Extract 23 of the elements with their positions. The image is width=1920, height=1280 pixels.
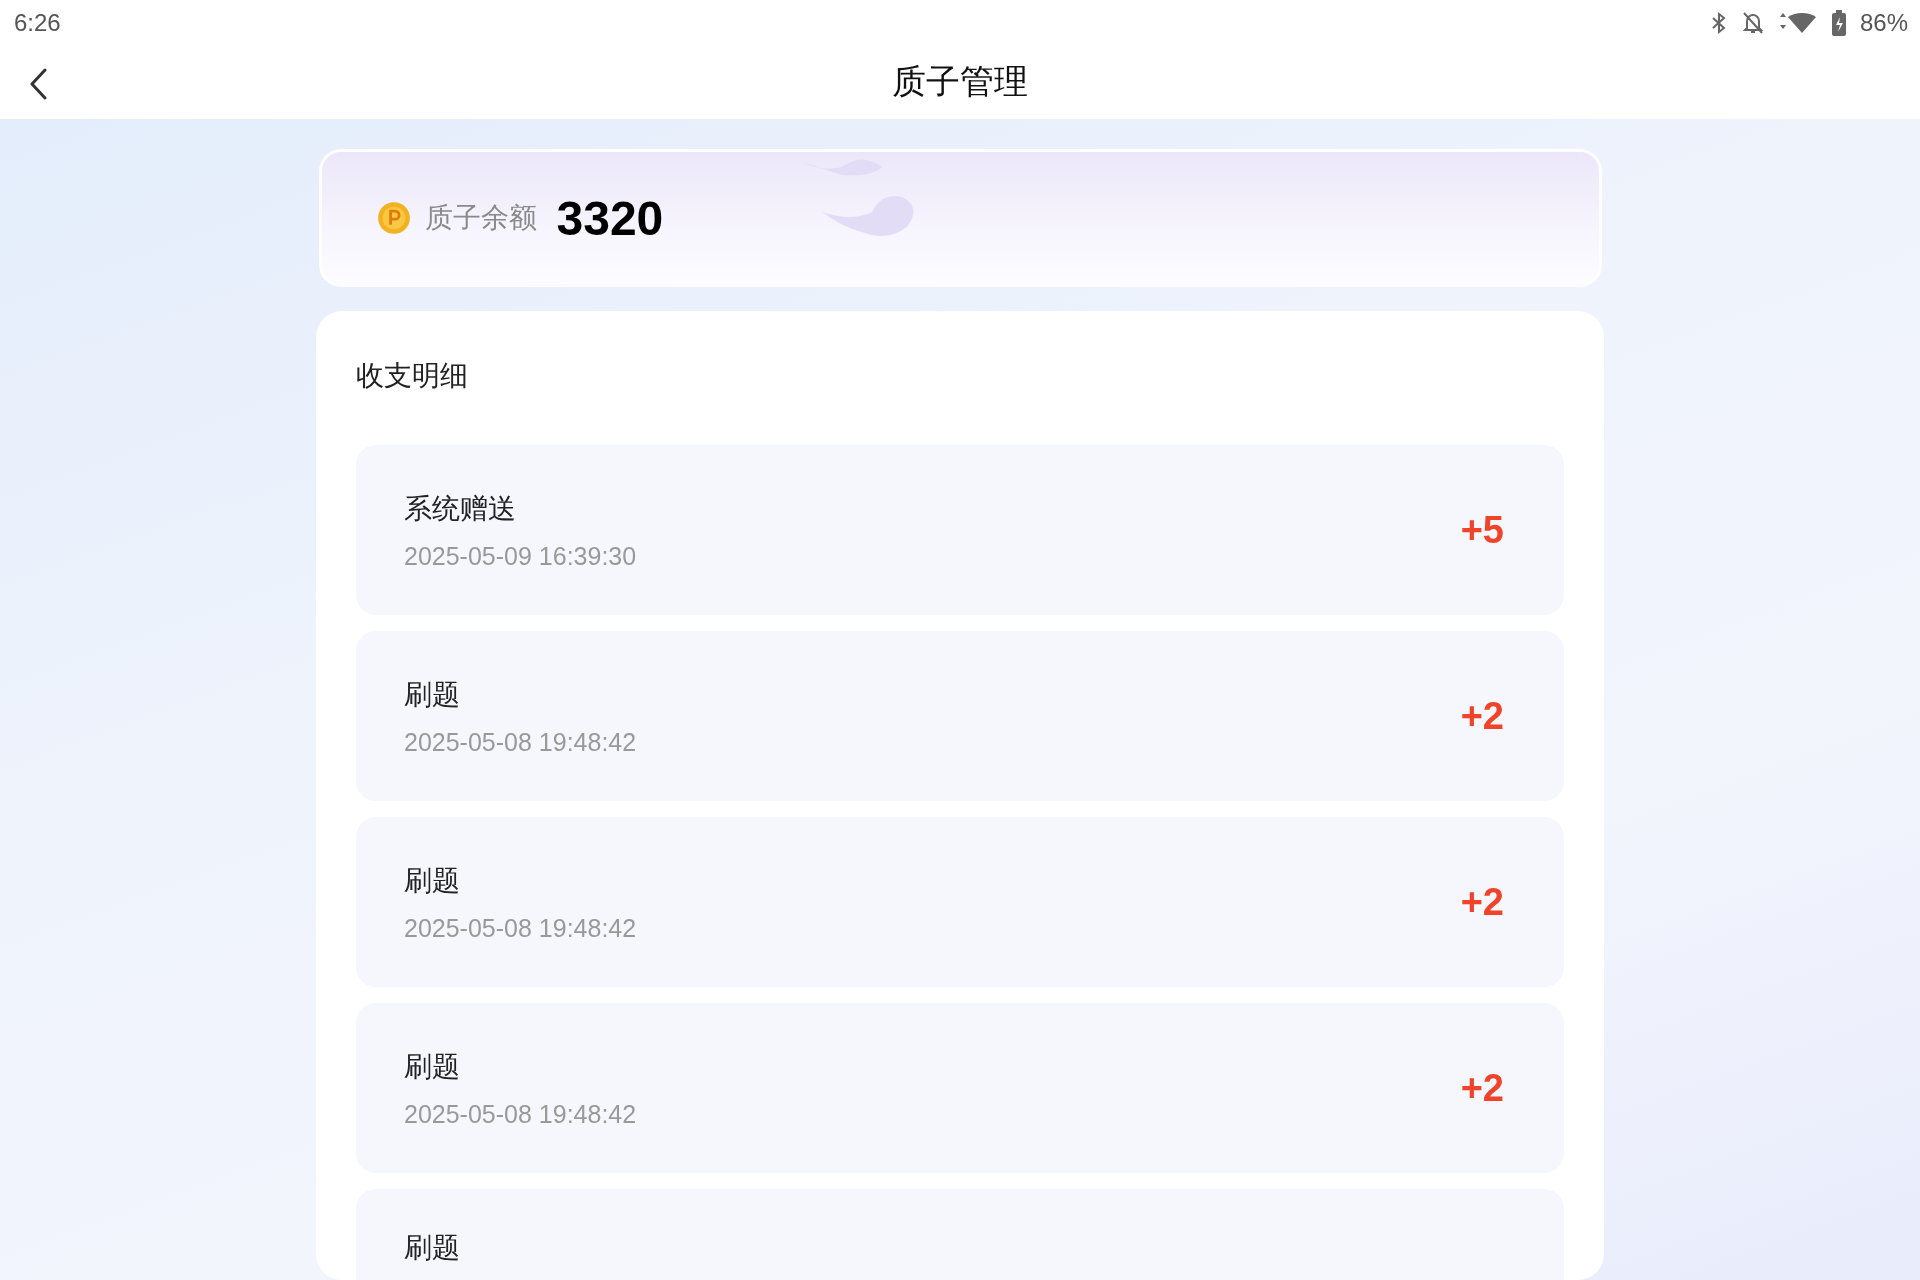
transaction-title: 系统赠送: [404, 490, 517, 527]
wifi-icon: [1777, 10, 1818, 35]
page-title: 质子管理: [892, 60, 1028, 103]
transaction-title: 刷题: [404, 676, 461, 713]
transaction-amount: +2: [1460, 1066, 1504, 1110]
transaction-time: 2025-05-08 19:48:42: [404, 1099, 637, 1129]
battery-icon: [1831, 9, 1846, 36]
battery-percent: 86%: [1859, 8, 1908, 37]
transaction-time: 2025-05-09 16:39:30: [404, 541, 637, 571]
clock-time: 6:26: [14, 8, 61, 37]
transaction-amount: +2: [1460, 694, 1504, 738]
transaction-amount: +5: [1460, 508, 1504, 552]
coin-icon: [376, 201, 411, 235]
balance-value: 3320: [556, 190, 664, 246]
transaction-title: 刷题: [404, 1048, 461, 1085]
bell-off-icon: [1741, 10, 1764, 35]
transaction-title: 刷题: [404, 862, 461, 899]
balance-label: 质子余额: [424, 200, 537, 236]
transaction-time: 2025-05-08 19:48:42: [404, 727, 637, 757]
transaction-amount: +2: [1460, 880, 1504, 924]
transaction-title: 刷题: [404, 1230, 460, 1266]
section-title: 收支明细: [356, 358, 469, 394]
transaction-time: 2025-05-08 19:48:42: [404, 913, 637, 943]
